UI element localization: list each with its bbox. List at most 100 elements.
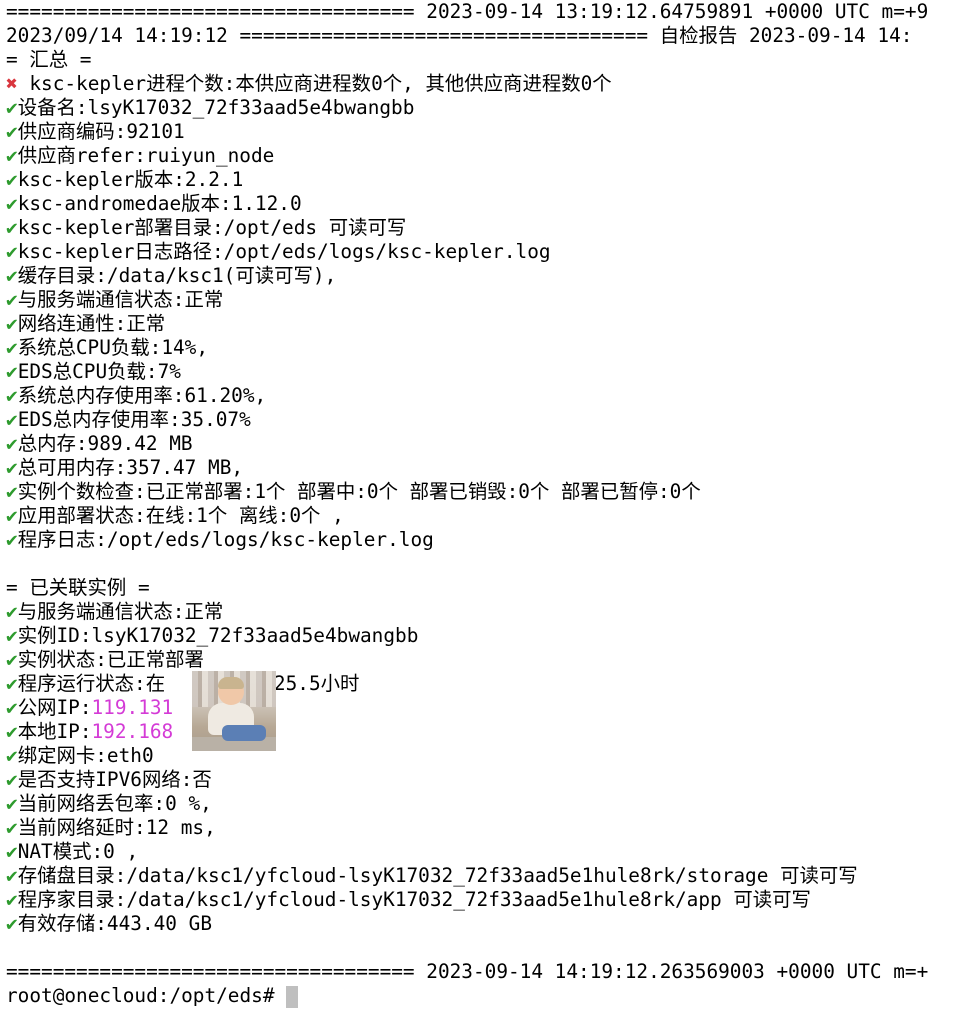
line-text: 程序家目录:/data/ksc1/yfcloud-lsyK17032_72f33…	[17, 888, 811, 911]
line-text: 应用部署状态:在线:1个 离线:0个 ,	[17, 504, 344, 527]
terminal-line: ✔总内存:989.42 MB	[6, 432, 968, 456]
line-text: 实例ID:lsyK17032_72f33aad5e4bwangbb	[17, 624, 419, 647]
terminal-line: =================================== 2023…	[6, 0, 968, 24]
terminal-line: ✔实例状态:已正常部署	[6, 648, 968, 672]
terminal-line: ✔实例ID:lsyK17032_72f33aad5e4bwangbb	[6, 624, 968, 648]
check-icon: ✔	[6, 216, 18, 239]
child-photo-thumbnail	[192, 671, 276, 751]
line-text: 总可用内存:357.47 MB,	[17, 456, 244, 479]
terminal-line: ✔系统总CPU负载:14%,	[6, 336, 968, 360]
line-text: ksc-kepler进程个数:本供应商进程数0个, 其他供应商进程数0个	[17, 72, 612, 95]
line-text: ksc-kepler部署目录:/opt/eds 可读可写	[17, 216, 407, 239]
terminal-line: ✔网络连通性:正常	[6, 312, 968, 336]
terminal-line: ✔应用部署状态:在线:1个 离线:0个 ,	[6, 504, 968, 528]
line-text: 当前网络延时:12 ms,	[17, 816, 216, 839]
line-text: =================================== 2023…	[6, 0, 929, 23]
terminal-line: ✔设备名:lsyK17032_72f33aad5e4bwangbb	[6, 96, 968, 120]
line-text: 本地IP:	[17, 720, 92, 743]
line-text: 程序日志:/opt/eds/logs/ksc-kepler.log	[17, 528, 434, 551]
line-text: 网络连通性:正常	[17, 312, 166, 335]
line-text: 与服务端通信状态:正常	[17, 288, 224, 311]
terminal-line: ✔绑定网卡:eth0	[6, 744, 968, 768]
cross-icon: ✖	[6, 72, 18, 95]
check-icon: ✔	[6, 792, 18, 815]
terminal-line: ✔ksc-kepler版本:2.2.1	[6, 168, 968, 192]
terminal-line: ✔程序家目录:/data/ksc1/yfcloud-lsyK17032_72f3…	[6, 888, 968, 912]
line-text: 实例个数检查:已正常部署:1个 部署中:0个 部署已销毁:0个 部署已暂停:0个	[17, 480, 701, 503]
line-text: 供应商编码:92101	[17, 120, 185, 143]
terminal-line: ✔系统总内存使用率:61.20%,	[6, 384, 968, 408]
terminal-line: = 已关联实例 =	[6, 576, 968, 600]
check-icon: ✔	[6, 888, 18, 911]
terminal-line: ✔公网IP:119.131	[6, 696, 968, 720]
terminal-line: =================================== 2023…	[6, 960, 968, 984]
terminal-line: ✔ksc-kepler日志路径:/opt/eds/logs/ksc-kepler…	[6, 240, 968, 264]
photo-hair	[218, 677, 244, 689]
check-icon: ✔	[6, 768, 18, 791]
terminal-cursor[interactable]	[286, 985, 299, 1008]
shell-prompt-line: root@onecloud:/opt/eds#	[6, 984, 968, 1008]
check-icon: ✔	[6, 480, 18, 503]
terminal-line: ✔缓存目录:/data/ksc1(可读可写),	[6, 264, 968, 288]
line-text: NAT模式:0 ,	[17, 840, 139, 863]
terminal-line: ✔NAT模式:0 ,	[6, 840, 968, 864]
terminal-line: ✔存储盘目录:/data/ksc1/yfcloud-lsyK17032_72f3…	[6, 864, 968, 888]
check-icon: ✔	[6, 696, 18, 719]
check-icon: ✔	[6, 864, 18, 887]
check-icon: ✔	[6, 816, 18, 839]
line-text: EDS总内存使用率:35.07%	[17, 408, 251, 431]
line-text: EDS总CPU负载:7%	[17, 360, 181, 383]
terminal-line: ✔本地IP:192.168	[6, 720, 968, 744]
check-icon: ✔	[6, 744, 18, 767]
line-text: 与服务端通信状态:正常	[17, 600, 224, 623]
line-text: 绑定网卡:eth0	[17, 744, 154, 767]
line-text: 缓存目录:/data/ksc1(可读可写),	[17, 264, 337, 287]
check-icon: ✔	[6, 456, 18, 479]
check-icon: ✔	[6, 96, 18, 119]
line-text: 系统总内存使用率:61.20%,	[17, 384, 267, 407]
terminal-line: ✔供应商编码:92101	[6, 120, 968, 144]
terminal-line: ✔有效存储:443.40 GB	[6, 912, 968, 936]
check-icon: ✔	[6, 192, 18, 215]
check-icon: ✔	[6, 288, 18, 311]
line-text: 有效存储:443.40 GB	[17, 912, 212, 935]
photo-legs	[222, 725, 266, 741]
check-icon: ✔	[6, 912, 18, 935]
check-icon: ✔	[6, 528, 18, 551]
line-text: 设备名:lsyK17032_72f33aad5e4bwangbb	[17, 96, 415, 119]
terminal-line: ✔ksc-andromedae版本:1.12.0	[6, 192, 968, 216]
terminal-line: ✔是否支持IPV6网络:否	[6, 768, 968, 792]
terminal-line: ✔ksc-kepler部署目录:/opt/eds 可读可写	[6, 216, 968, 240]
terminal-line: ✖ ksc-kepler进程个数:本供应商进程数0个, 其他供应商进程数0个	[6, 72, 968, 96]
check-icon: ✔	[6, 432, 18, 455]
terminal-line: ✔与服务端通信状态:正常	[6, 288, 968, 312]
line-text: 当前网络丢包率:0 %,	[17, 792, 212, 815]
ip-value: 192.168	[91, 720, 174, 743]
line-text: 是否支持IPV6网络:否	[17, 768, 212, 791]
terminal-line: ✔程序运行状态:在 运行25.5小时	[6, 672, 968, 696]
line-text: ksc-kepler日志路径:/opt/eds/logs/ksc-kepler.…	[17, 240, 551, 263]
line-text: 公网IP:	[17, 696, 92, 719]
line-text: ksc-kepler版本:2.2.1	[17, 168, 244, 191]
check-icon: ✔	[6, 720, 18, 743]
check-icon: ✔	[6, 648, 18, 671]
check-icon: ✔	[6, 384, 18, 407]
line-text: 供应商refer:ruiyun_node	[17, 144, 275, 167]
line-text: 2023/09/14 14:19:12 ====================…	[6, 24, 913, 47]
terminal-line: ✔总可用内存:357.47 MB,	[6, 456, 968, 480]
check-icon: ✔	[6, 624, 18, 647]
terminal-line: ✔实例个数检查:已正常部署:1个 部署中:0个 部署已销毁:0个 部署已暂停:0…	[6, 480, 968, 504]
line-text: 程序运行状态:在 运行25.5小时	[17, 672, 360, 695]
terminal-line: ✔供应商refer:ruiyun_node	[6, 144, 968, 168]
terminal-line: ✔程序日志:/opt/eds/logs/ksc-kepler.log	[6, 528, 968, 552]
line-text: root@onecloud:/opt/eds#	[6, 984, 287, 1007]
check-icon: ✔	[6, 144, 18, 167]
terminal-line: ✔EDS总CPU负载:7%	[6, 360, 968, 384]
line-text: 系统总CPU负载:14%,	[17, 336, 209, 359]
line-text: = 汇总 =	[6, 48, 92, 71]
line-text: 总内存:989.42 MB	[17, 432, 193, 455]
terminal-line: ✔当前网络丢包率:0 %,	[6, 792, 968, 816]
terminal-window[interactable]: =================================== 2023…	[0, 0, 968, 1010]
